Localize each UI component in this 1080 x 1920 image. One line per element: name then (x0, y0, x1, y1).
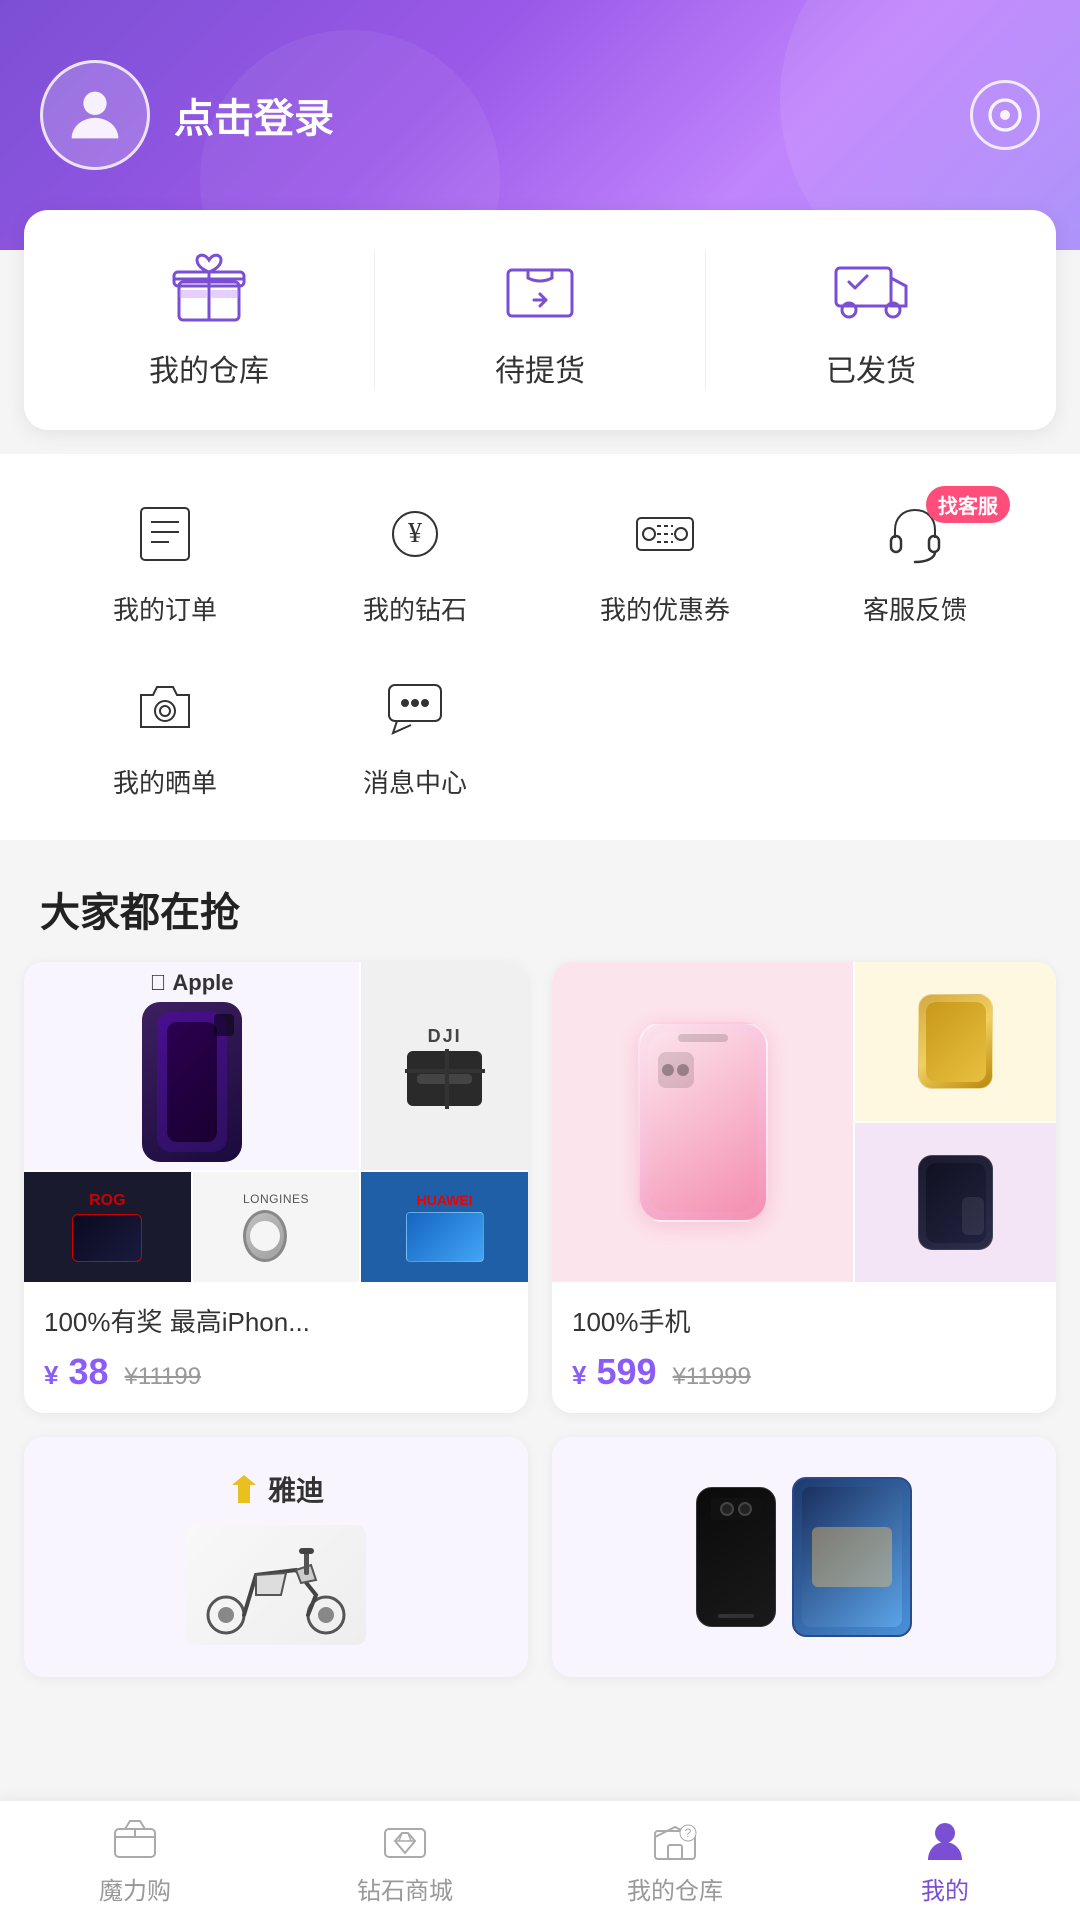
nav-my-warehouse-label: 我的仓库 (627, 1871, 723, 1906)
diamonds-label: 我的钻石 (363, 590, 467, 627)
product-card-3[interactable]: 雅迪 (24, 1437, 528, 1677)
menu-filler-2 (790, 667, 1040, 800)
menu-item-orders[interactable]: 我的订单 (40, 494, 290, 627)
huawei-product-image: HUAWEI (361, 1172, 528, 1282)
nav-item-diamond-mall[interactable]: 钻石商城 (270, 1801, 540, 1920)
product-name-1: 100%有奖 最高iPhon... (44, 1302, 508, 1339)
section-title: 大家都在抢 (0, 840, 1080, 962)
dark-phone-image (855, 1123, 1056, 1282)
quick-action-warehouse[interactable]: 我的仓库 (44, 250, 374, 390)
product-original-price-2: ¥11999 (673, 1363, 751, 1391)
orders-label: 我的订单 (113, 590, 217, 627)
phone-product-image-2 (552, 1437, 1056, 1677)
coupons-label: 我的优惠券 (600, 590, 730, 627)
menu-item-messages[interactable]: 消息中心 (290, 667, 540, 800)
messages-label: 消息中心 (363, 763, 467, 800)
right-side-phones (855, 962, 1056, 1282)
menu-section: 我的订单 ¥ 我的钻石 (0, 454, 1080, 840)
camera-icon (125, 667, 205, 747)
yadea-brand-text: 雅迪 (268, 1469, 324, 1509)
gift-icon (169, 250, 249, 330)
nav-diamond-mall-label: 钻石商城 (357, 1871, 453, 1906)
login-button[interactable]: 点击登录 (174, 86, 334, 144)
product-info-2: 100%手机 ¥ 599 ¥11999 (552, 1282, 1056, 1413)
warehouse-label: 我的仓库 (149, 346, 269, 390)
svg-text:¥: ¥ (408, 518, 422, 549)
rog-product-image: ROG (24, 1172, 191, 1282)
product-grid-bottom: 雅迪 (0, 1437, 1080, 1797)
nav-item-mine[interactable]: 我的 (810, 1801, 1080, 1920)
box-arrow-icon (500, 250, 580, 330)
pink-phone-image (552, 962, 853, 1282)
dji-product-image: DJI (361, 962, 528, 1170)
product-grid:  Apple DJI (0, 962, 1080, 1437)
menu-filler-1 (540, 667, 790, 800)
gold-phone-image (855, 962, 1056, 1121)
nav-magic-label: 魔力购 (99, 1871, 171, 1906)
pending-label: 待提货 (495, 346, 585, 390)
product-price-2: ¥ 599 (572, 1351, 657, 1393)
menu-item-feedback[interactable]: 找客服 客服反馈 (790, 494, 1040, 627)
product-card-1[interactable]:  Apple DJI (24, 962, 528, 1413)
product-info-1: 100%有奖 最高iPhon... ¥ 38 ¥11199 (24, 1282, 528, 1413)
product-name-2: 100%手机 (572, 1302, 1036, 1339)
svg-text:?: ? (685, 1826, 692, 1840)
menu-item-diamonds[interactable]: ¥ 我的钻石 (290, 494, 540, 627)
nav-item-my-warehouse[interactable]: ? 我的仓库 (540, 1801, 810, 1920)
product-original-price-1: ¥11199 (125, 1363, 202, 1391)
product-prices-2: ¥ 599 ¥11999 (572, 1351, 1036, 1393)
quick-actions-card: 我的仓库 待提货 已发货 (24, 210, 1056, 430)
shipped-label: 已发货 (826, 346, 916, 390)
yadea-product-image: 雅迪 (24, 1437, 528, 1677)
showcase-label: 我的晒单 (113, 763, 217, 800)
avatar[interactable] (40, 60, 150, 170)
orders-icon (125, 494, 205, 574)
product-price-1: ¥ 38 (44, 1351, 109, 1393)
menu-item-coupons[interactable]: 我的优惠券 (540, 494, 790, 627)
bottom-nav: 魔力购 钻石商城 ? 我的仓库 我的 (0, 1800, 1080, 1920)
product-card-4[interactable] (552, 1437, 1056, 1677)
longines-product-image: LONGINES (193, 1172, 360, 1282)
nav-item-magic[interactable]: 魔力购 (0, 1801, 270, 1920)
product-collage-1:  Apple DJI (24, 962, 528, 1282)
diamonds-icon: ¥ (375, 494, 455, 574)
kefu-badge: 找客服 (926, 486, 1010, 523)
yadea-brand: 雅迪 (228, 1469, 324, 1509)
apple-product-image:  Apple (24, 962, 359, 1170)
quick-action-pending[interactable]: 待提货 (374, 250, 705, 390)
coupons-icon (625, 494, 705, 574)
product-collage-2 (552, 962, 1056, 1282)
menu-item-showcase[interactable]: 我的晒单 (40, 667, 290, 800)
messages-icon (375, 667, 455, 747)
settings-button[interactable] (970, 80, 1040, 150)
product-prices-1: ¥ 38 ¥11199 (44, 1351, 508, 1393)
truck-icon (831, 250, 911, 330)
quick-action-shipped[interactable]: 已发货 (705, 250, 1036, 390)
product-card-2[interactable]: 100%手机 ¥ 599 ¥11999 (552, 962, 1056, 1413)
nav-mine-label: 我的 (921, 1871, 969, 1906)
feedback-label: 客服反馈 (863, 590, 967, 627)
